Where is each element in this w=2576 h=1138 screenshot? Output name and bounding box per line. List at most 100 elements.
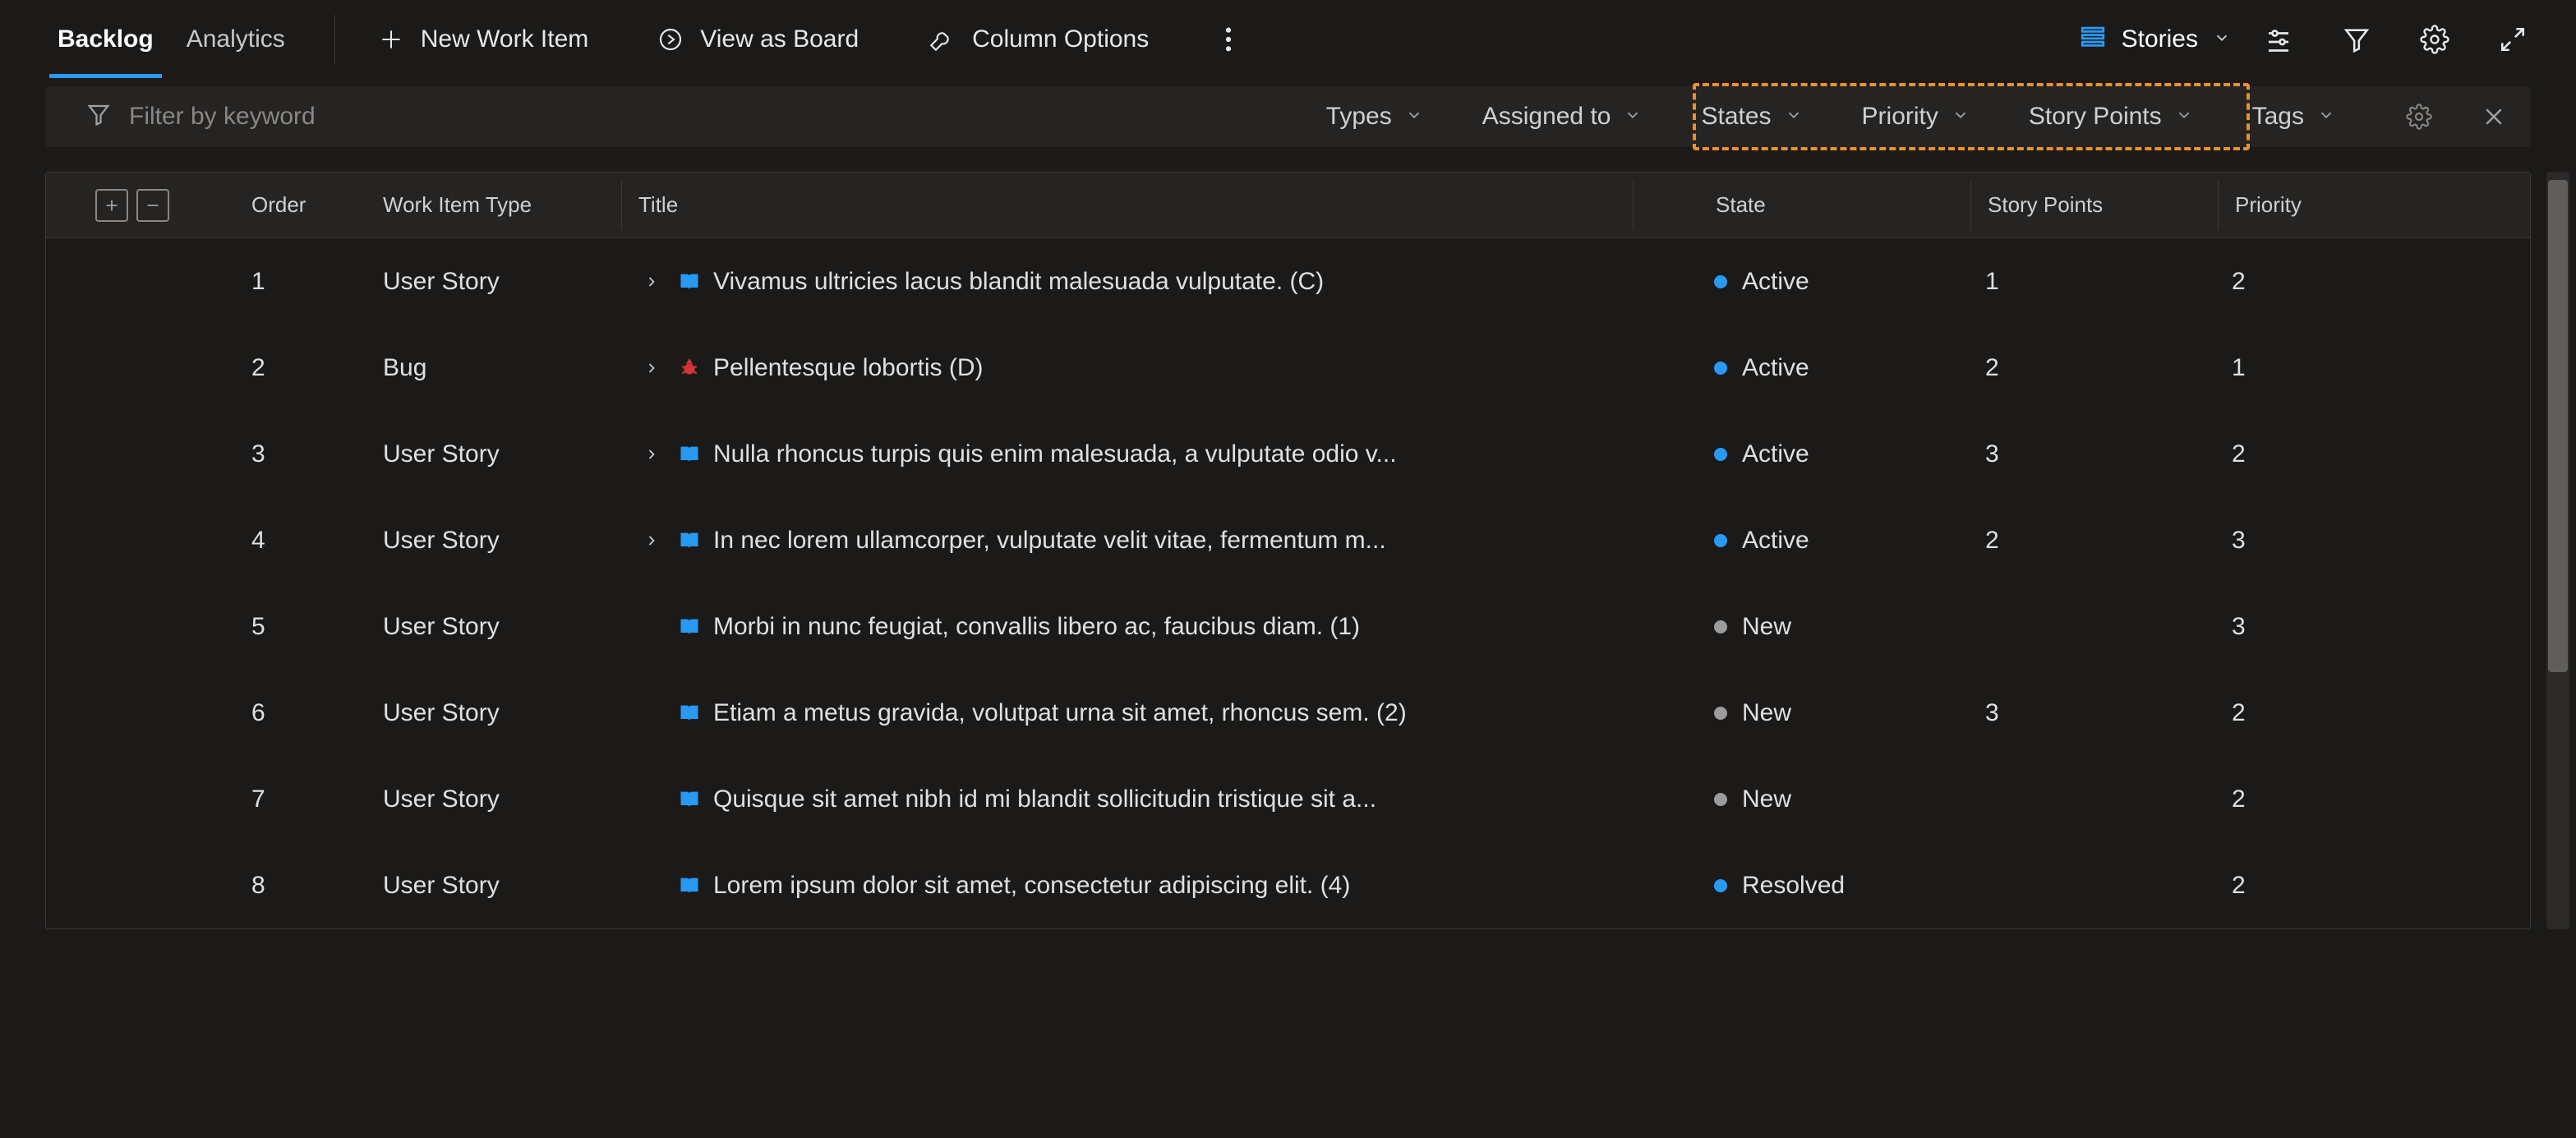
filter-priority-dropdown[interactable]: Priority	[1849, 94, 1983, 139]
cell-work-item-type: User Story	[366, 613, 621, 641]
filter-story-points-dropdown[interactable]: Story Points	[2016, 94, 2206, 139]
cell-story-points: 1	[1969, 268, 2215, 296]
cell-order: 8	[235, 872, 366, 900]
tab-backlog[interactable]: Backlog	[41, 0, 170, 78]
table-row[interactable]: 1 User Story Vivamus ultricies lacus bla…	[46, 238, 2530, 325]
table-row[interactable]: 5 User Story Morbi in nunc feugiat, conv…	[46, 583, 2530, 670]
column-header-state[interactable]: State	[1634, 192, 1970, 218]
expand-row-icon[interactable]	[638, 274, 666, 290]
cell-work-item-type: User Story	[366, 440, 621, 468]
cell-priority: 2	[2215, 440, 2462, 468]
cell-state: New	[1742, 699, 1791, 727]
cell-title[interactable]: Vivamus ultricies lacus blandit malesuad…	[713, 268, 1324, 296]
book-icon	[677, 615, 702, 639]
wrench-icon	[928, 25, 956, 53]
scrollbar-thumb[interactable]	[2548, 180, 2568, 672]
cell-title[interactable]: Morbi in nunc feugiat, convallis libero …	[713, 613, 1360, 641]
expand-all-button[interactable]	[95, 189, 128, 222]
settings-button[interactable]	[2420, 25, 2449, 54]
backlog-level-dropdown[interactable]: Stories	[2079, 22, 2231, 57]
filter-states-label: States	[1701, 103, 1771, 131]
grid-header: Order Work Item Type Title State Story P…	[46, 173, 2530, 238]
cell-title[interactable]: Lorem ipsum dolor sit amet, consectetur …	[713, 872, 1350, 900]
cell-title[interactable]: Quisque sit amet nibh id mi blandit soll…	[713, 786, 1376, 813]
expand-row-icon[interactable]	[638, 360, 666, 376]
filter-tags-dropdown[interactable]: Tags	[2239, 94, 2348, 139]
expand-row-icon[interactable]	[638, 532, 666, 549]
cell-order: 1	[235, 268, 366, 296]
table-row[interactable]: 4 User Story In nec lorem ullamcorper, v…	[46, 497, 2530, 583]
cell-title[interactable]: Pellentesque lobortis (D)	[713, 354, 984, 382]
column-options-label: Column Options	[972, 25, 1149, 53]
state-indicator-icon	[1714, 879, 1727, 892]
table-row[interactable]: 2 Bug Pellentesque lobortis (D) Active 2…	[46, 325, 2530, 411]
table-row[interactable]: 3 User Story Nulla rhoncus turpis quis e…	[46, 411, 2530, 497]
view-as-board-button[interactable]: View as Board	[647, 25, 869, 53]
cell-priority: 2	[2215, 872, 2462, 900]
cell-work-item-type: User Story	[366, 786, 621, 813]
expand-row-icon[interactable]	[638, 446, 666, 463]
view-options-button[interactable]	[2264, 25, 2293, 54]
table-row[interactable]: 8 User Story Lorem ipsum dolor sit amet,…	[46, 842, 2530, 928]
filter-priority-label: Priority	[1862, 103, 1938, 131]
filter-toggle-button[interactable]	[2343, 25, 2371, 53]
cell-story-points: 3	[1969, 699, 2215, 727]
cell-work-item-type: User Story	[366, 527, 621, 555]
state-indicator-icon	[1714, 362, 1727, 375]
plus-icon	[378, 26, 404, 53]
state-indicator-icon	[1714, 275, 1727, 288]
cell-title[interactable]: Nulla rhoncus turpis quis enim malesuada…	[713, 440, 1397, 468]
filter-assigned-to-label: Assigned to	[1482, 103, 1611, 131]
filter-keyword-input[interactable]	[129, 103, 540, 131]
board-toggle-icon	[657, 26, 684, 53]
column-header-story-points[interactable]: Story Points	[1971, 192, 2218, 218]
close-filter-button[interactable]	[2482, 104, 2506, 129]
table-row[interactable]: 6 User Story Etiam a metus gravida, volu…	[46, 670, 2530, 756]
cell-priority: 3	[2215, 527, 2462, 555]
tab-analytics[interactable]: Analytics	[170, 0, 302, 78]
column-header-work-item-type[interactable]: Work Item Type	[366, 192, 621, 218]
table-row[interactable]: 7 User Story Quisque sit amet nibh id mi…	[46, 756, 2530, 842]
cell-work-item-type: Bug	[366, 354, 621, 382]
filter-types-dropdown[interactable]: Types	[1313, 94, 1436, 139]
chevron-down-icon	[2175, 103, 2193, 131]
book-icon	[677, 787, 702, 812]
state-indicator-icon	[1714, 448, 1727, 461]
backlog-grid-container: Order Work Item Type Title State Story P…	[45, 172, 2576, 929]
filter-settings-button[interactable]	[2406, 104, 2432, 130]
column-header-order[interactable]: Order	[235, 192, 366, 218]
filter-states-dropdown[interactable]: States	[1688, 94, 1815, 139]
cell-state: Active	[1742, 354, 1809, 382]
new-work-item-label: New Work Item	[421, 25, 588, 53]
more-actions-button[interactable]	[1224, 25, 1233, 53]
state-indicator-icon	[1714, 707, 1727, 720]
vertical-scrollbar[interactable]	[2546, 172, 2569, 929]
column-options-button[interactable]: Column Options	[918, 25, 1159, 53]
cell-state: New	[1742, 786, 1791, 813]
collapse-all-button[interactable]	[136, 189, 169, 222]
column-header-priority[interactable]: Priority	[2219, 192, 2465, 218]
fullscreen-button[interactable]	[2499, 25, 2527, 53]
chevron-down-icon	[1952, 103, 1970, 131]
cell-story-points: 2	[1969, 354, 2215, 382]
filter-icon	[86, 102, 111, 132]
filter-bar: Types Assigned to States Priority Story …	[45, 86, 2531, 147]
separator	[334, 15, 335, 64]
cell-order: 2	[235, 354, 366, 382]
column-header-title[interactable]: Title	[622, 192, 1633, 218]
cell-priority: 2	[2215, 786, 2462, 813]
cell-story-points: 2	[1969, 527, 2215, 555]
cell-state: Resolved	[1742, 872, 1845, 900]
cell-priority: 3	[2215, 613, 2462, 641]
cell-title[interactable]: Etiam a metus gravida, volutpat urna sit…	[713, 699, 1407, 727]
filter-assigned-to-dropdown[interactable]: Assigned to	[1469, 94, 1656, 139]
state-indicator-icon	[1714, 793, 1727, 806]
new-work-item-button[interactable]: New Work Item	[368, 25, 598, 53]
cell-work-item-type: User Story	[366, 268, 621, 296]
book-icon	[677, 270, 702, 294]
book-icon	[677, 701, 702, 726]
cell-order: 5	[235, 613, 366, 641]
cell-priority: 1	[2215, 354, 2462, 382]
cell-title[interactable]: In nec lorem ullamcorper, vulputate veli…	[713, 527, 1386, 555]
cell-state: New	[1742, 613, 1791, 641]
